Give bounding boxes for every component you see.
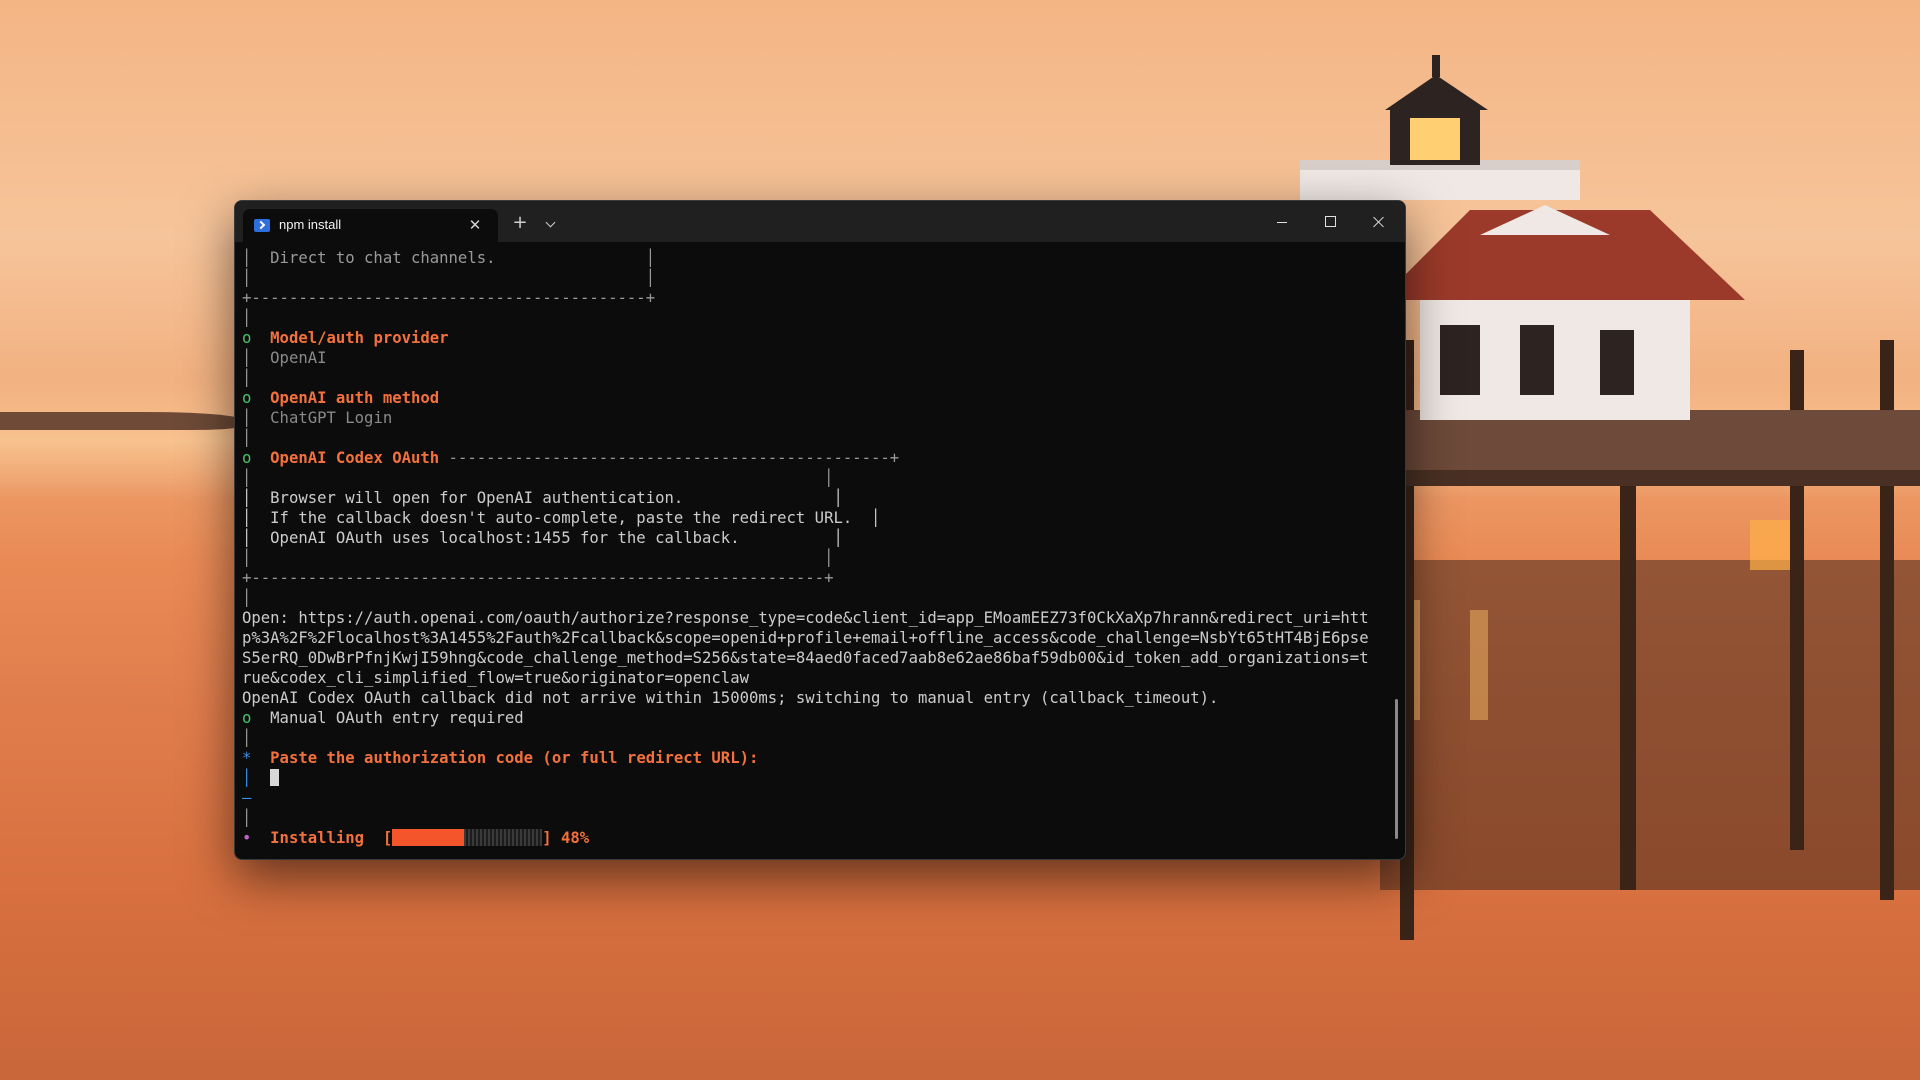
output-line: │ OpenAI — [242, 348, 1392, 368]
progress-fill — [392, 829, 465, 846]
auth-code-prompt: * Paste the authorization code (or full … — [242, 748, 1392, 768]
done-marker: o — [242, 449, 252, 467]
progress-percent: 48% — [561, 829, 590, 847]
output-line: │ │ — [242, 469, 834, 487]
progress-close-bracket: ] — [542, 829, 552, 847]
box-top-border: ----------------------------------------… — [439, 449, 900, 467]
output-line: │ Direct to chat channels. │ — [242, 249, 656, 267]
output-line: │ ChatGPT Login — [242, 408, 1392, 428]
minimize-button[interactable] — [1259, 201, 1305, 242]
powershell-icon — [254, 219, 270, 232]
bar-marker: │ — [242, 409, 252, 427]
new-tab-button[interactable]: + — [507, 211, 533, 237]
progress-bar — [392, 829, 543, 846]
close-tab-icon[interactable]: ✕ — [463, 213, 487, 237]
installing-progress-line: • Installing [] 48% — [242, 828, 1392, 848]
output-line: │ Browser will open for OpenAI authentic… — [242, 489, 843, 507]
manual-entry-line: o Manual OAuth entry required — [242, 708, 1392, 728]
title-bar[interactable]: npm install ✕ + — [235, 201, 1405, 242]
callback-timeout-message: OpenAI Codex OAuth callback did not arri… — [242, 689, 1219, 707]
output-line: │ OpenAI OAuth uses localhost:1455 for t… — [242, 529, 843, 547]
output-line: │ — [242, 589, 252, 607]
close-window-button[interactable] — [1355, 201, 1401, 242]
active-marker: * — [242, 749, 252, 767]
output-line: │ — [242, 729, 252, 747]
output-line: │ — [242, 429, 252, 447]
step-openai-codex-oauth: o OpenAI Codex OAuth -------------------… — [242, 448, 1392, 468]
chevron-down-icon[interactable] — [539, 211, 563, 237]
step-heading: OpenAI auth method — [270, 389, 440, 407]
step-heading: OpenAI Codex OAuth — [270, 449, 440, 467]
maximize-button[interactable] — [1307, 201, 1353, 242]
output-line: │ — [242, 309, 252, 327]
step-heading: Model/auth provider — [270, 329, 449, 347]
bar-marker: │ — [242, 769, 252, 787]
output-line: │ │ — [242, 549, 834, 567]
oauth-url-line[interactable]: S5erRQ_0DwBrPfnjKwjI59hng&code_challenge… — [242, 648, 1392, 668]
terminal-output[interactable]: │ Direct to chat channels. │ │ │ +------… — [242, 248, 1392, 853]
step-openai-auth-method: o OpenAI auth method — [242, 388, 1392, 408]
prompt-text: Paste the authorization code (or full re… — [270, 749, 759, 767]
done-marker: o — [242, 329, 252, 347]
tab-npm-install[interactable]: npm install ✕ — [243, 209, 498, 242]
oauth-url-line[interactable]: p%3A%2F%2Flocalhost%3A1455%2Fauth%2Fcall… — [242, 628, 1392, 648]
text-cursor — [270, 769, 280, 786]
step-answer: OpenAI — [270, 349, 327, 367]
bar-marker: │ — [242, 349, 252, 367]
tab-title: npm install — [279, 217, 342, 232]
done-marker: o — [242, 709, 252, 727]
auth-code-input[interactable]: │ — [242, 768, 1392, 788]
step-model-auth-provider: o Model/auth provider — [242, 328, 1392, 348]
output-line: │ — [242, 809, 252, 827]
oauth-url-line[interactable]: rue&codex_cli_simplified_flow=true&origi… — [242, 668, 1392, 688]
done-marker: o — [242, 389, 252, 407]
manual-entry-text: Manual OAuth entry required — [270, 709, 524, 727]
step-answer: ChatGPT Login — [270, 409, 393, 427]
prompt-end-marker: — — [242, 789, 252, 807]
installing-label: Installing — [270, 829, 365, 847]
oauth-url-line[interactable]: Open: https://auth.openai.com/oauth/auth… — [242, 608, 1392, 628]
output-line: │ │ — [242, 269, 656, 287]
output-line: │ — [242, 369, 252, 387]
progress-open-bracket: [ — [382, 829, 393, 847]
output-line: +---------------------------------------… — [242, 569, 834, 587]
spinner-icon: • — [242, 829, 252, 847]
scrollbar-thumb[interactable] — [1395, 699, 1398, 839]
output-line: +---------------------------------------… — [242, 289, 656, 307]
output-line: │ If the callback doesn't auto-complete,… — [242, 509, 881, 527]
terminal-window[interactable]: npm install ✕ + │ Direct to chat channel… — [234, 200, 1406, 860]
